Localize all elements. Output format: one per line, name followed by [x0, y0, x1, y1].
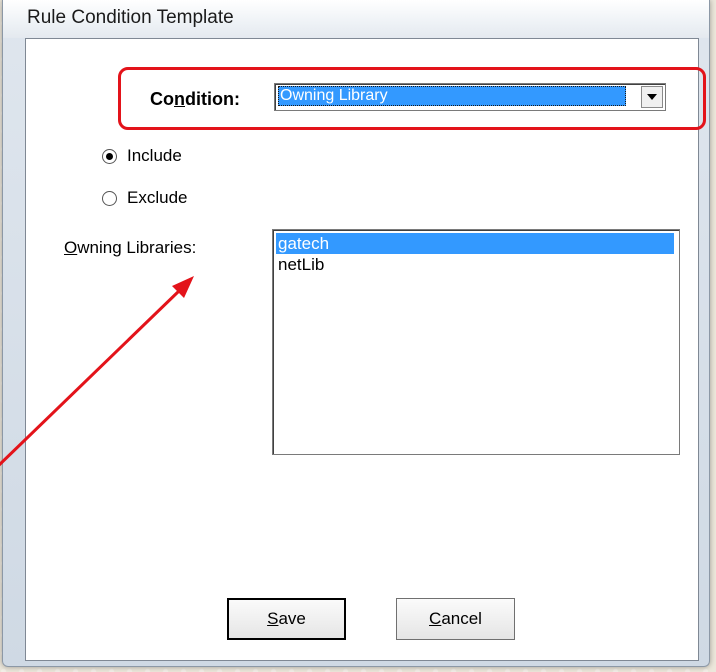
window-title: Rule Condition Template — [27, 7, 234, 28]
include-radio[interactable] — [102, 148, 117, 164]
exclude-label: Exclude — [127, 188, 188, 207]
save-rest: ave — [278, 609, 306, 628]
save-button[interactable]: Save — [227, 598, 346, 640]
cancel-button[interactable]: Cancel — [396, 598, 515, 640]
dialog-window: Rule Condition Template Condition: Ownin… — [2, 0, 710, 667]
dialog-body: Condition: Owning Library Include Exclud… — [25, 38, 699, 661]
exclude-radio[interactable] — [102, 190, 117, 206]
condition-dropdown[interactable]: Owning Library — [274, 83, 666, 111]
list-item[interactable]: gatech — [276, 233, 674, 254]
owning-libraries-list[interactable]: gatech netLib — [272, 229, 680, 455]
cancel-rest: ancel — [441, 609, 482, 628]
owning-libraries-label: Owning Libraries: — [64, 238, 197, 257]
title-bar[interactable]: Rule Condition Template — [3, 0, 709, 38]
cancel-mnemonic: C — [429, 609, 442, 628]
save-mnemonic: S — [267, 609, 279, 628]
list-item[interactable]: netLib — [276, 254, 674, 275]
include-radio-row[interactable]: Include — [102, 146, 182, 166]
exclude-radio-row[interactable]: Exclude — [102, 188, 187, 208]
chevron-down-icon — [647, 94, 657, 100]
dropdown-button[interactable] — [641, 86, 663, 108]
include-label: Include — [127, 146, 182, 165]
condition-label: Condition: — [150, 89, 240, 109]
condition-selected-value: Owning Library — [278, 86, 626, 106]
